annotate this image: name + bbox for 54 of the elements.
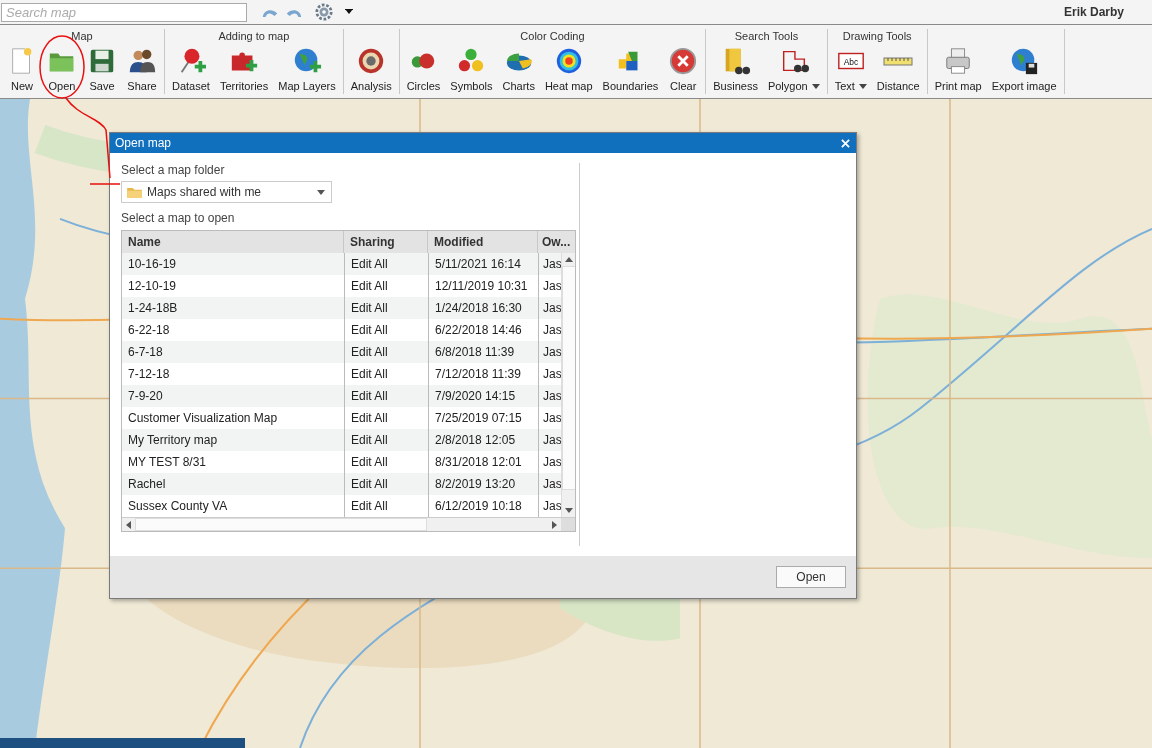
list-label: Select a map to open <box>121 211 235 225</box>
globe-disk-icon <box>1009 46 1040 76</box>
column-header[interactable]: Ow... <box>538 231 575 253</box>
clear-icon <box>668 46 699 76</box>
horizontal-scrollbar[interactable] <box>122 517 575 531</box>
toolbar-button[interactable]: Clear <box>663 44 704 94</box>
caret-icon[interactable] <box>811 83 820 89</box>
group-title: Map <box>71 29 93 44</box>
table-row[interactable]: My Territory map Edit All 2/8/2018 12:05 Jas <box>122 429 561 451</box>
group-title: Drawing Tools <box>842 29 912 44</box>
toolbar-button[interactable]: Charts <box>497 44 540 94</box>
toolbar-button[interactable]: Polygon <box>762 44 825 94</box>
ruler-icon <box>883 56 914 66</box>
toolbar-button[interactable]: New <box>2 44 42 94</box>
toolbar-button[interactable]: Abc Text <box>829 44 872 94</box>
toolbar-button[interactable]: Export image <box>986 44 1062 94</box>
open-button[interactable]: Open <box>776 566 846 588</box>
toolbar-button[interactable]: Business <box>708 44 763 94</box>
table-row[interactable]: Rachel Edit All 8/2/2019 13:20 Jas <box>122 473 561 495</box>
scroll-left-icon[interactable] <box>126 520 131 529</box>
toolbar-button[interactable]: Dataset <box>167 44 215 94</box>
toolbar-button[interactable]: Distance <box>871 44 925 94</box>
caret-icon[interactable] <box>345 9 353 15</box>
toolbar-button[interactable]: Boundaries <box>597 44 664 94</box>
table-row[interactable]: 1-24-18B Edit All 1/24/2018 16:30 Jas <box>122 297 561 319</box>
dialog-title: Open map <box>115 136 172 150</box>
user-name[interactable]: Erik Darby <box>1063 5 1124 19</box>
toolbar-button[interactable]: Heat map <box>539 44 598 94</box>
close-icon[interactable] <box>841 138 850 148</box>
caret-icon[interactable] <box>858 83 867 89</box>
group-title: Adding to map <box>218 29 290 44</box>
toolbar-button[interactable]: Save <box>82 44 122 94</box>
toolbar-button[interactable]: Share <box>122 44 162 94</box>
table-row[interactable]: 10-16-19 Edit All 5/11/2021 16:14 Jas <box>122 253 561 275</box>
settings-icon[interactable] <box>315 3 333 21</box>
scroll-right-icon[interactable] <box>552 520 557 529</box>
toolbar-button[interactable]: Print map <box>929 44 987 94</box>
vertical-scrollbar[interactable] <box>561 253 575 517</box>
folder-icon <box>127 186 142 198</box>
group-title: Search Tools <box>734 29 799 44</box>
table-row[interactable]: 7-9-20 Edit All 7/9/2020 14:15 Jas <box>122 385 561 407</box>
table-row[interactable]: 6-7-18 Edit All 6/8/2018 11:39 Jas <box>122 341 561 363</box>
toolbar-button[interactable]: Symbols <box>445 44 498 94</box>
scroll-up-icon[interactable] <box>564 257 573 262</box>
toolbar-button[interactable]: Territories <box>214 44 274 94</box>
folder-label: Select a map folder <box>121 163 225 177</box>
toolbar-button[interactable]: Circles <box>401 44 446 94</box>
search-field[interactable]: Search map <box>1 2 247 22</box>
folder-dropdown[interactable]: Maps shared with me <box>121 181 332 203</box>
caret-icon[interactable] <box>317 189 325 195</box>
scroll-down-icon[interactable] <box>564 508 573 513</box>
group-title: Color Coding <box>520 29 585 44</box>
toolbar-button[interactable]: Map Layers <box>273 44 341 94</box>
toolbar-button[interactable]: Analysis <box>345 44 397 94</box>
